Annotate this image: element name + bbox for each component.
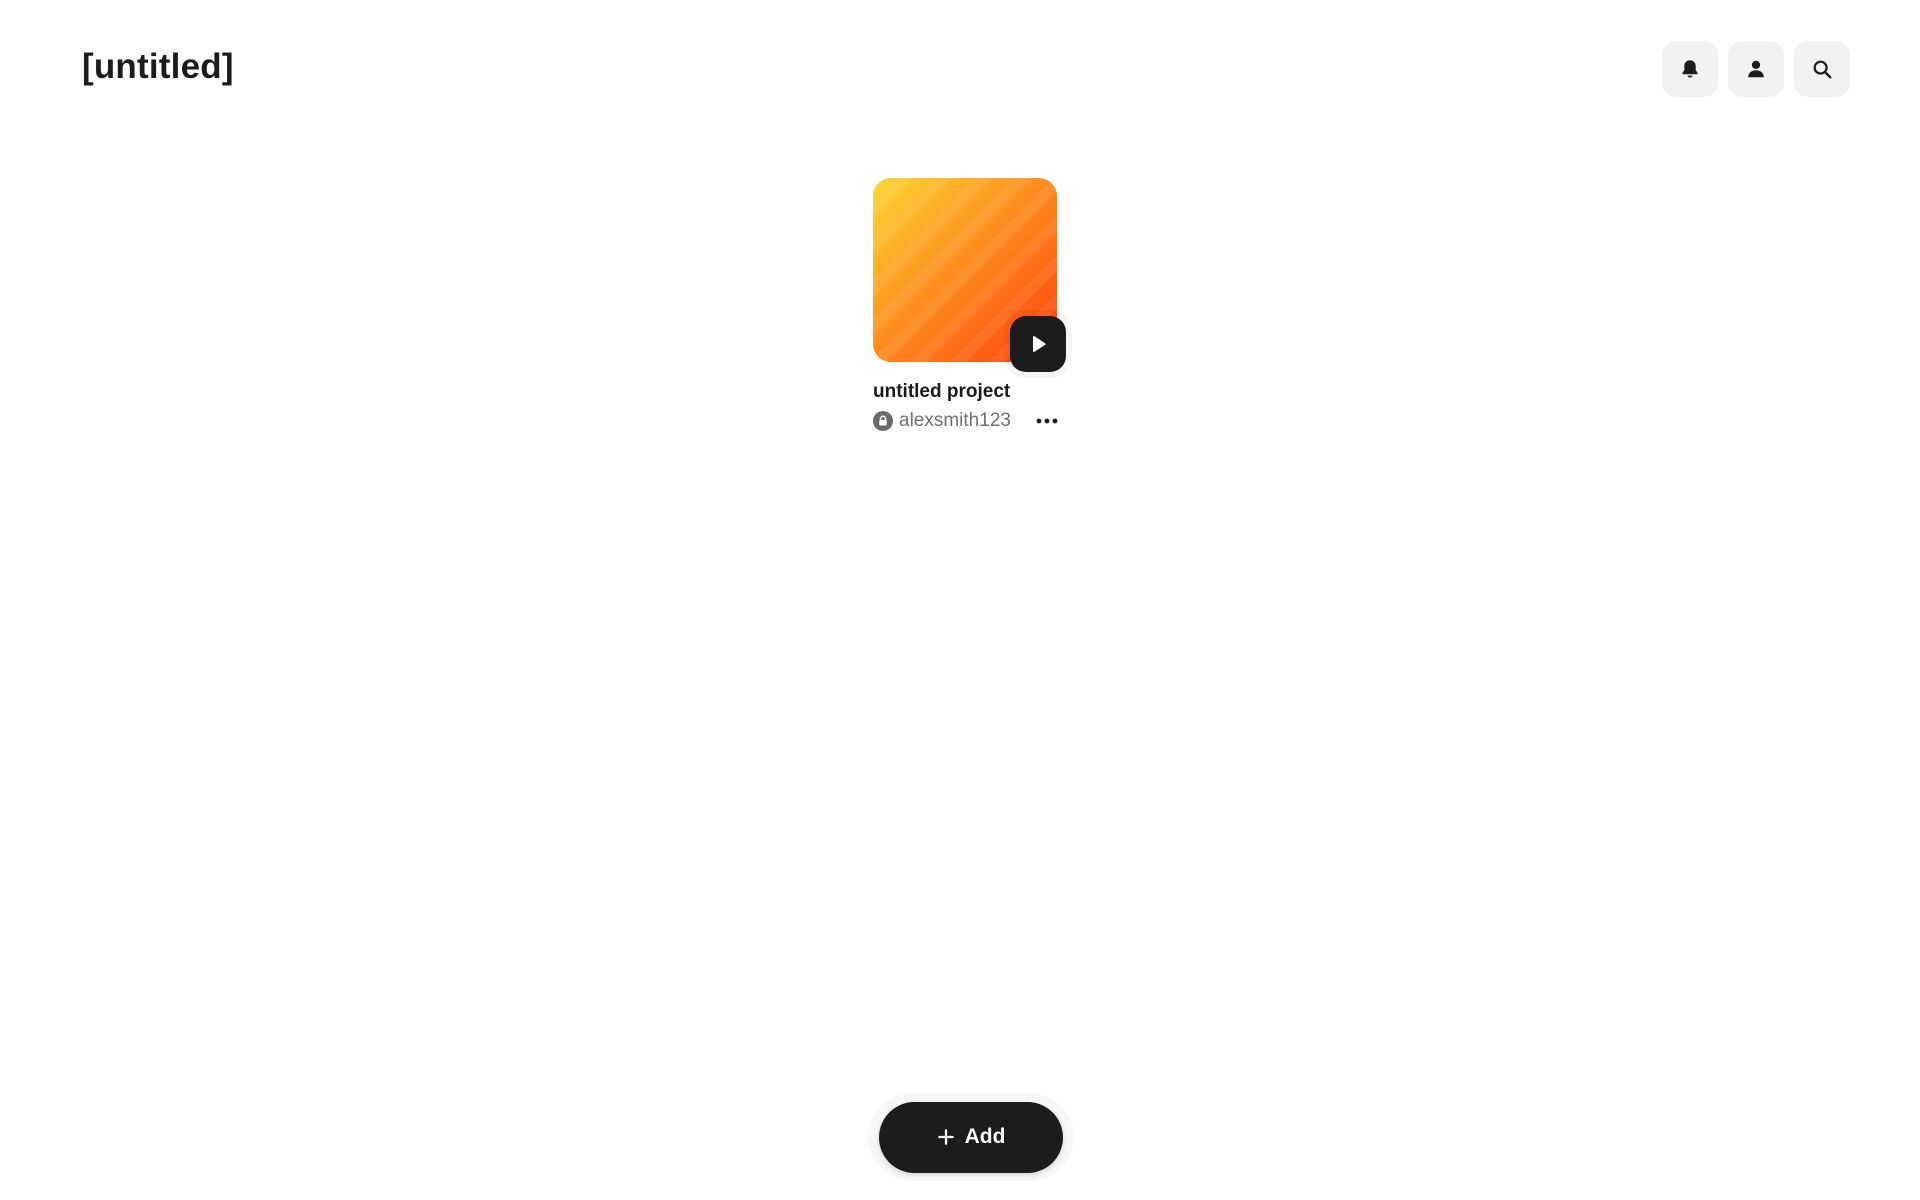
plus-icon xyxy=(937,1129,954,1145)
project-title[interactable]: untitled project xyxy=(873,380,1061,404)
ellipsis-icon xyxy=(1036,418,1058,424)
project-meta: alexsmith123 xyxy=(873,408,1061,434)
profile-button[interactable] xyxy=(1728,41,1784,97)
user-icon xyxy=(1748,60,1764,78)
search-icon xyxy=(1813,60,1832,79)
add-button-label: Add xyxy=(964,1125,1006,1148)
lock-icon xyxy=(873,411,893,431)
project-owner: alexsmith123 xyxy=(899,410,1011,431)
app-title[interactable]: [untitled] xyxy=(82,47,234,87)
search-button[interactable] xyxy=(1794,41,1850,97)
add-button[interactable]: Add xyxy=(879,1101,1063,1173)
project-thumbnail-wrap xyxy=(873,178,1066,372)
add-button-halo: Add xyxy=(868,1093,1074,1181)
app-root: [untitled] untitled project alexsmith123… xyxy=(0,0,1920,1200)
project-card[interactable]: untitled project alexsmith123 xyxy=(873,178,1066,434)
bell-icon xyxy=(1682,60,1698,78)
more-options-button[interactable] xyxy=(1033,411,1061,431)
top-actions xyxy=(1662,41,1850,97)
play-button[interactable] xyxy=(1010,316,1066,372)
play-icon xyxy=(1033,336,1046,352)
notifications-button[interactable] xyxy=(1662,41,1718,97)
